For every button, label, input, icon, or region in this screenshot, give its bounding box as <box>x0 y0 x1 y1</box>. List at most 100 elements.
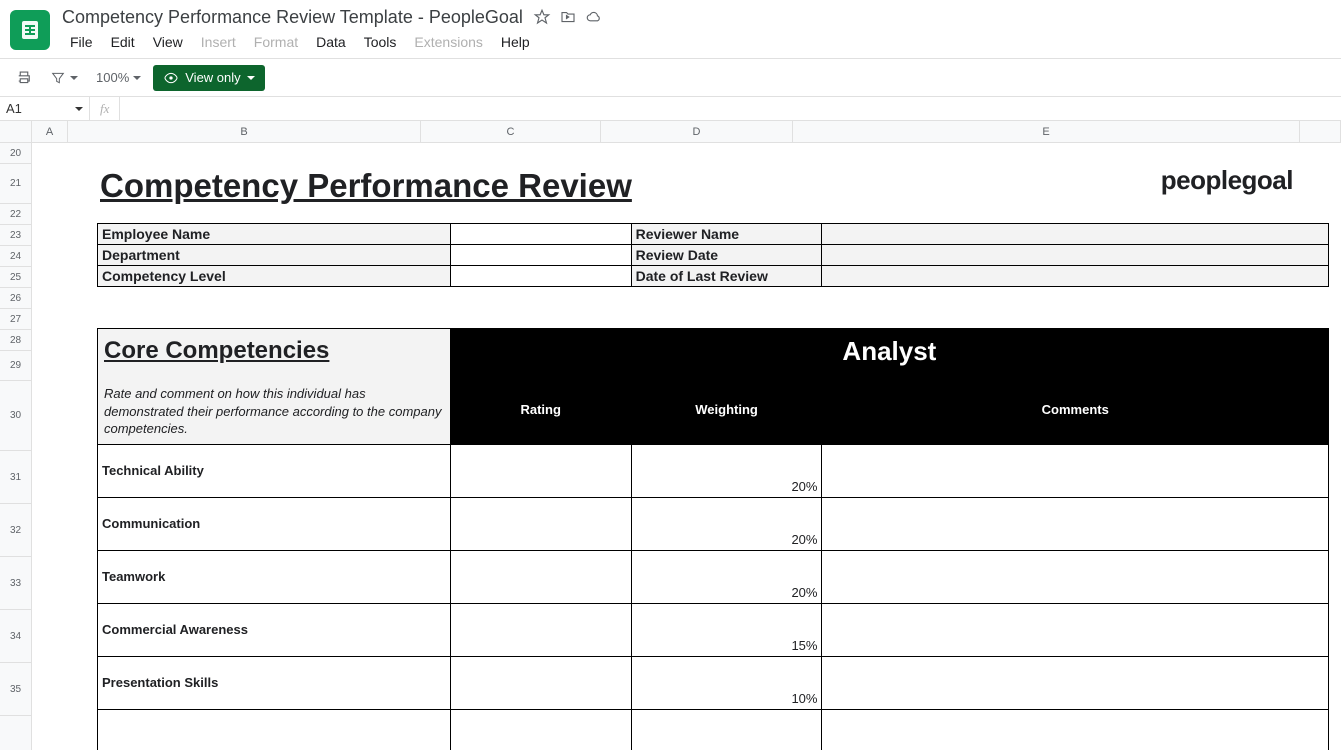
comp-row-comments[interactable] <box>822 656 1329 709</box>
comp-row-weight[interactable]: 10% <box>631 656 822 709</box>
formula-bar: A1 fx <box>0 97 1341 121</box>
comments-header[interactable]: Comments <box>822 374 1329 444</box>
weighting-header[interactable]: Weighting <box>631 374 822 444</box>
row-header[interactable]: 35 <box>0 663 31 716</box>
info-review-date-label[interactable]: Review Date <box>631 245 822 266</box>
col-header-E[interactable]: E <box>793 121 1300 142</box>
info-last-review-value[interactable] <box>822 266 1329 287</box>
col-header-C[interactable]: C <box>421 121 601 142</box>
comp-row-comments[interactable] <box>822 603 1329 656</box>
sheets-icon <box>18 18 42 42</box>
view-only-button[interactable]: View only <box>153 65 264 91</box>
comp-row-comments[interactable] <box>822 550 1329 603</box>
comp-row-label[interactable]: Teamwork <box>98 550 451 603</box>
comp-row-weight[interactable] <box>631 709 822 750</box>
move-folder-icon[interactable] <box>559 8 577 26</box>
row-header[interactable]: 23 <box>0 225 31 246</box>
menu-edit[interactable]: Edit <box>103 30 143 54</box>
star-icon[interactable] <box>533 8 551 26</box>
doc-title[interactable]: Competency Performance Review Template -… <box>62 7 523 28</box>
info-emp-name-value[interactable] <box>450 224 631 245</box>
info-review-date-value[interactable] <box>822 245 1329 266</box>
comp-row-comments[interactable] <box>822 444 1329 497</box>
brand-part-a: people <box>1161 165 1242 195</box>
info-reviewer-value[interactable] <box>822 224 1329 245</box>
comp-row-weight[interactable]: 20% <box>631 497 822 550</box>
info-department-value[interactable] <box>450 245 631 266</box>
row-header[interactable]: 29 <box>0 351 31 381</box>
info-department-label[interactable]: Department <box>98 245 451 266</box>
title-area: Competency Performance Review Template -… <box>62 7 603 54</box>
row-header[interactable]: 24 <box>0 246 31 267</box>
comp-row-comments[interactable] <box>822 497 1329 550</box>
chevron-down-icon <box>70 76 78 80</box>
name-box[interactable]: A1 <box>0 97 90 120</box>
col-header-B[interactable]: B <box>68 121 421 142</box>
row-header[interactable]: 27 <box>0 309 31 330</box>
comp-row-weight[interactable]: 20% <box>631 444 822 497</box>
comp-row-weight[interactable]: 20% <box>631 550 822 603</box>
row-header[interactable]: 32 <box>0 504 31 557</box>
rating-header[interactable]: Rating <box>450 374 631 444</box>
row-header[interactable]: 26 <box>0 288 31 309</box>
comp-row-rating[interactable] <box>450 550 631 603</box>
print-button[interactable] <box>10 64 38 92</box>
comp-row-rating[interactable] <box>450 656 631 709</box>
competency-section: Core Competencies Rate and comment on ho… <box>97 328 1329 750</box>
filter-icon <box>50 70 66 86</box>
info-last-review-label[interactable]: Date of Last Review <box>631 266 822 287</box>
zoom-select[interactable]: 100% <box>90 66 147 89</box>
filter-menu[interactable] <box>44 66 84 90</box>
formula-input[interactable] <box>120 97 1341 120</box>
competency-table: Core Competencies Rate and comment on ho… <box>97 328 1329 750</box>
zoom-value: 100% <box>96 70 129 85</box>
col-header-A[interactable]: A <box>32 121 68 142</box>
menu-help[interactable]: Help <box>493 30 538 54</box>
col-header-F[interactable] <box>1300 121 1341 142</box>
print-icon <box>15 69 33 87</box>
comp-row-label[interactable]: Communication <box>98 497 451 550</box>
row-header[interactable]: 30 <box>0 381 31 451</box>
sheet-body: 20 21 22 23 24 25 26 27 28 29 30 31 32 3… <box>0 143 1341 750</box>
comp-row-rating[interactable] <box>450 709 631 750</box>
info-comp-level-label[interactable]: Competency Level <box>98 266 451 287</box>
comp-row-weight[interactable]: 15% <box>631 603 822 656</box>
menu-file[interactable]: File <box>62 30 101 54</box>
analyst-header[interactable]: Analyst <box>450 329 1328 375</box>
info-table: Employee Name Reviewer Name Department R… <box>97 223 1329 287</box>
menu-bar: File Edit View Insert Format Data Tools … <box>62 28 603 54</box>
core-cell[interactable]: Core Competencies Rate and comment on ho… <box>98 329 451 445</box>
comp-row-comments[interactable] <box>822 709 1329 750</box>
info-comp-level-value[interactable] <box>450 266 631 287</box>
info-reviewer-label[interactable]: Reviewer Name <box>631 224 822 245</box>
header: Competency Performance Review Template -… <box>0 0 1341 54</box>
grid-canvas[interactable]: Competency Performance Review peoplegoal… <box>32 143 1341 750</box>
row-header[interactable]: 33 <box>0 557 31 610</box>
comp-row-rating[interactable] <box>450 444 631 497</box>
comp-row-label[interactable] <box>98 709 451 750</box>
comp-row-label[interactable]: Presentation Skills <box>98 656 451 709</box>
comp-row-rating[interactable] <box>450 497 631 550</box>
eye-icon <box>163 70 179 86</box>
menu-view[interactable]: View <box>145 30 191 54</box>
row-header[interactable]: 25 <box>0 267 31 288</box>
cloud-icon[interactable] <box>585 8 603 26</box>
menu-data[interactable]: Data <box>308 30 354 54</box>
menu-tools[interactable]: Tools <box>356 30 405 54</box>
row-header[interactable]: 20 <box>0 143 31 164</box>
row-header[interactable]: 28 <box>0 330 31 351</box>
row-header[interactable]: 34 <box>0 610 31 663</box>
row-headers: 20 21 22 23 24 25 26 27 28 29 30 31 32 3… <box>0 143 32 750</box>
col-header-D[interactable]: D <box>601 121 793 142</box>
info-emp-name-label[interactable]: Employee Name <box>98 224 451 245</box>
row-header[interactable]: 22 <box>0 204 31 225</box>
select-all-corner[interactable] <box>0 121 32 143</box>
row-header[interactable]: 31 <box>0 451 31 504</box>
row-header[interactable]: 21 <box>0 164 31 204</box>
comp-row-label[interactable]: Commercial Awareness <box>98 603 451 656</box>
sheets-logo[interactable] <box>10 10 50 50</box>
toolbar: 100% View only <box>0 59 1341 97</box>
page-title: Competency Performance Review <box>100 167 632 205</box>
comp-row-label[interactable]: Technical Ability <box>98 444 451 497</box>
comp-row-rating[interactable] <box>450 603 631 656</box>
